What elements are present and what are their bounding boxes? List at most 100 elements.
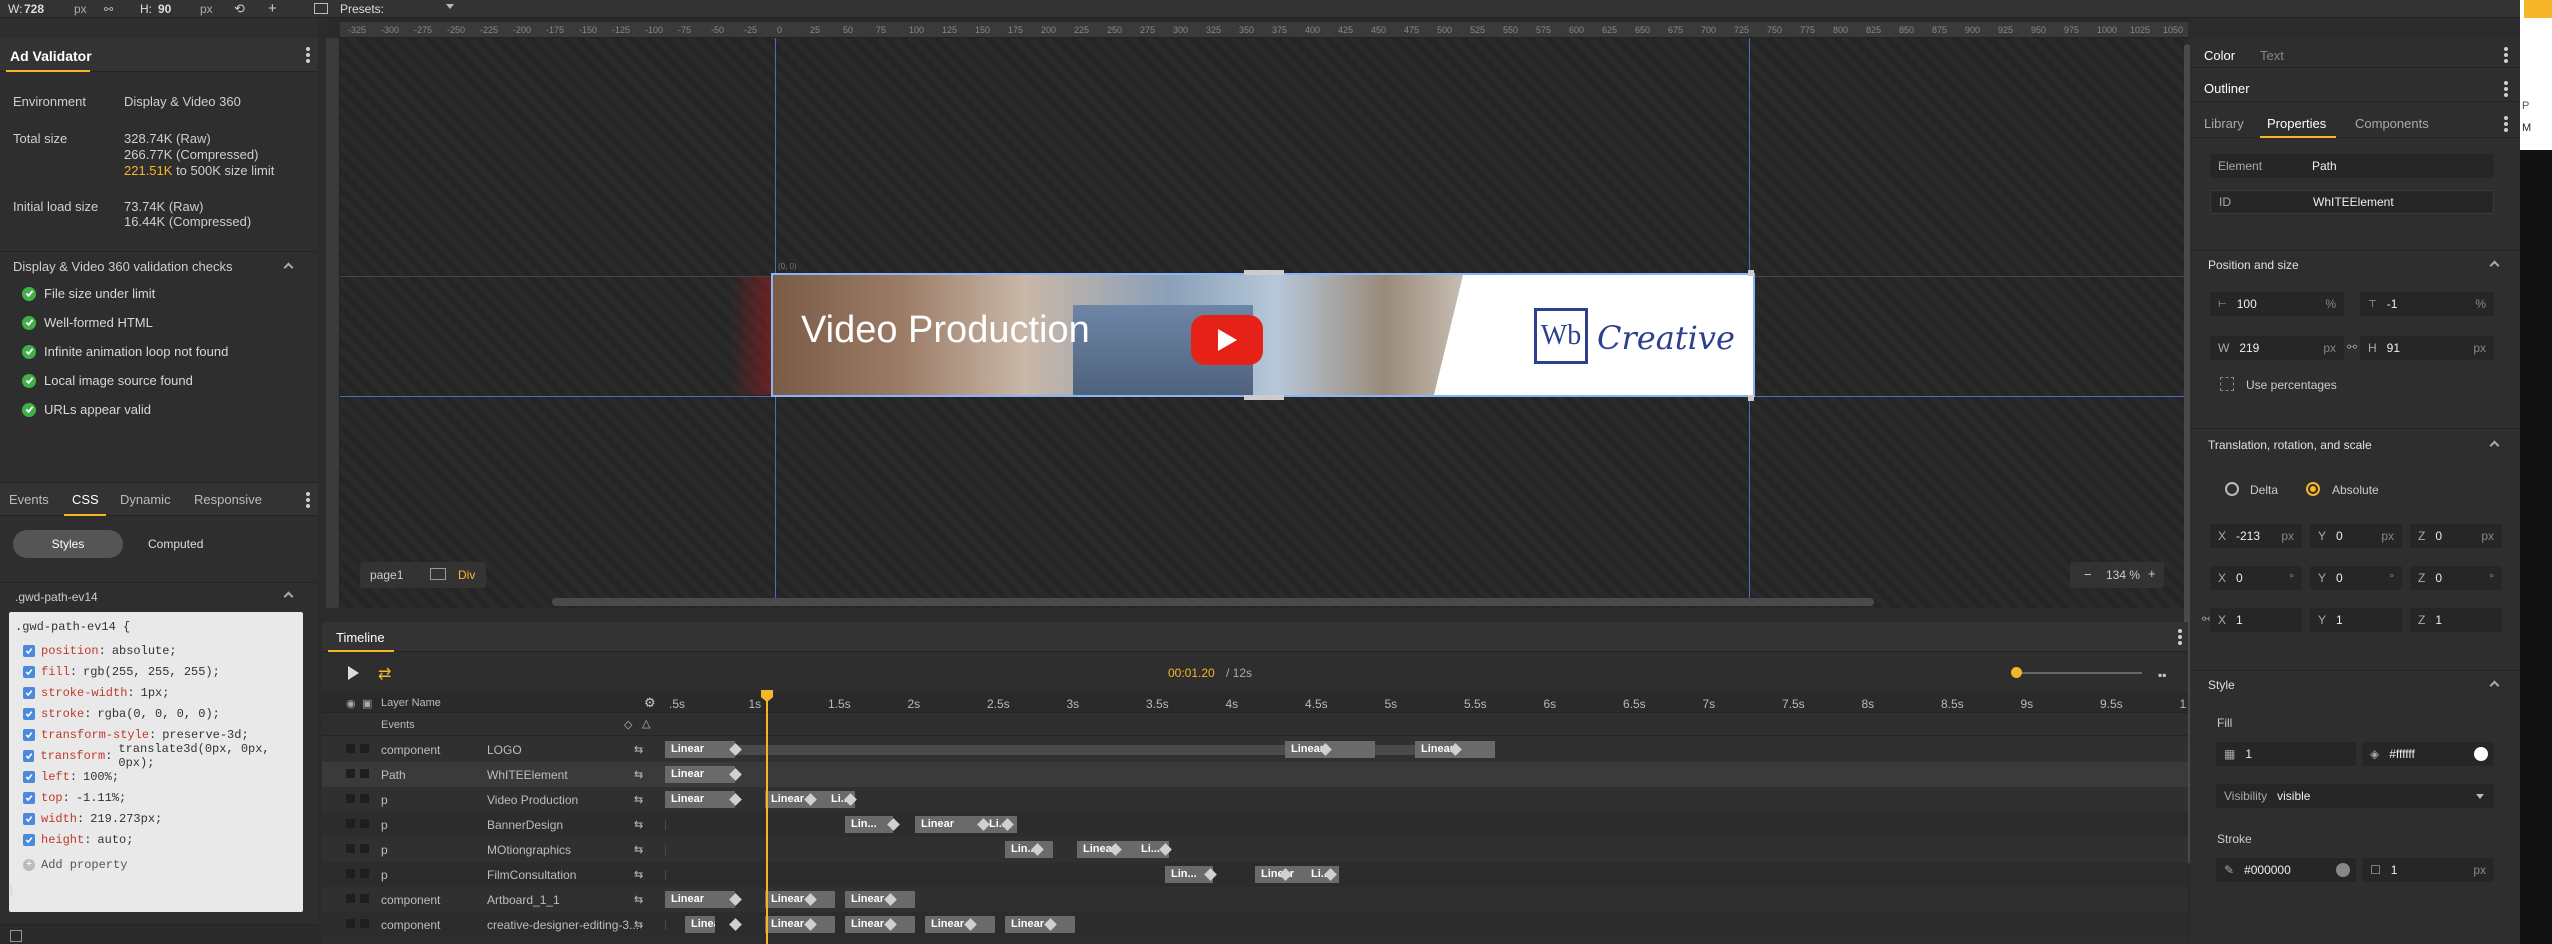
options-icon[interactable]: ▪▪ <box>2158 668 2167 682</box>
width-unit[interactable]: px <box>2323 341 2336 355</box>
outliner-title[interactable]: Outliner <box>2204 81 2250 96</box>
layer-name[interactable]: BannerDesign <box>487 818 563 832</box>
stroke-swatch[interactable] <box>2336 863 2350 877</box>
scale-y-value[interactable]: 1 <box>2336 613 2343 627</box>
more-icon[interactable] <box>2504 47 2508 63</box>
animation-segment[interactable]: Linear <box>765 891 835 908</box>
timeline-row[interactable]: p FilmConsultation ⇆ Lin... Linear Li... <box>322 862 2188 887</box>
layer-name[interactable]: FilmConsultation <box>487 868 576 882</box>
visibility-toggle[interactable] <box>346 919 355 928</box>
layer-name[interactable]: LOGO <box>487 743 522 757</box>
property-name[interactable]: stroke <box>41 707 84 721</box>
visibility-toggle[interactable] <box>346 894 355 903</box>
id-value[interactable]: WhITEElement <box>2313 195 2394 209</box>
property-value[interactable]: -1.11%; <box>76 791 126 805</box>
lock-toggle[interactable] <box>360 819 369 828</box>
tab-library[interactable]: Library <box>2204 116 2244 131</box>
height-value[interactable]: 91 <box>2387 341 2400 355</box>
lock-toggle[interactable] <box>360 744 369 753</box>
animation-segment[interactable]: Linear <box>1005 916 1075 933</box>
layer-name[interactable]: WhITEElement <box>487 768 568 782</box>
computed-toggle[interactable]: Computed <box>148 537 203 551</box>
link-icon[interactable]: ⚯ <box>2347 340 2357 354</box>
tab-css[interactable]: CSS <box>72 492 99 507</box>
layer-name[interactable]: creative-designer-editing-3... <box>487 918 639 932</box>
animation-segment[interactable]: Linear <box>665 766 735 783</box>
height-unit[interactable]: px <box>2473 341 2486 355</box>
fill-swatch[interactable] <box>2474 747 2488 761</box>
more-icon[interactable] <box>2178 629 2182 645</box>
timeline-row[interactable]: component Artboard_1_1 ⇆ Linear Linear Linear <box>322 887 2188 912</box>
playhead[interactable] <box>766 690 768 944</box>
keyframe-icon[interactable] <box>729 918 742 931</box>
property-name[interactable]: height <box>41 833 84 847</box>
time-ruler[interactable]: .5s 1s 1.5s 2s 2.5s 3s 3.5s 4s 4.5s 5s 5.5s 6s 6.5s 7… <box>665 693 2188 713</box>
visibility-toggle[interactable] <box>346 844 355 853</box>
top-value[interactable]: -1 <box>2387 297 2398 311</box>
timeline-row[interactable]: component creative-designer-editing-3... ⇆… <box>322 912 2188 937</box>
animation-icon[interactable]: ⇆ <box>634 843 643 856</box>
timeline-zoom-knob[interactable] <box>2011 667 2022 678</box>
rotate-z-value[interactable]: 0 <box>2435 571 2442 585</box>
current-time[interactable]: 00:01.20 <box>1168 666 1215 680</box>
fill-opacity-value[interactable]: 1 <box>2245 747 2252 761</box>
property-name[interactable]: top <box>41 791 63 805</box>
eye-icon[interactable]: ◉ <box>346 697 356 710</box>
translate-y-field[interactable]: Y 0 px <box>2310 524 2402 548</box>
warning-icon[interactable]: △ <box>642 717 650 730</box>
keyframe-icon[interactable]: ◇ <box>624 718 632 731</box>
property-value[interactable]: auto; <box>97 833 133 847</box>
id-field[interactable]: ID WhITEElement <box>2210 190 2494 214</box>
width-input[interactable]: 728 <box>24 2 44 16</box>
animation-segment[interactable]: Lin... <box>1005 841 1053 858</box>
rotate-x-field[interactable]: X 0 ° <box>2210 566 2302 590</box>
visibility-select[interactable]: Visibility visible <box>2216 784 2494 808</box>
property-checkbox[interactable] <box>23 792 35 804</box>
layer-name[interactable]: Video Production <box>487 793 578 807</box>
tab-properties[interactable]: Properties <box>2267 116 2326 131</box>
top-position-field[interactable]: ⊤ -1% <box>2360 292 2494 316</box>
visibility-toggle[interactable] <box>346 769 355 778</box>
translate-x-value[interactable]: -213 <box>2236 529 2260 543</box>
gear-icon[interactable]: ⚙ <box>644 695 656 711</box>
scale-x-value[interactable]: 1 <box>2236 613 2243 627</box>
rotate-y-field[interactable]: Y 0 ° <box>2310 566 2402 590</box>
timeline-row[interactable]: p BannerDesign ⇆ Lin... Linear Li... <box>322 812 2188 837</box>
property-value[interactable]: rgb(255, 255, 255); <box>83 665 220 679</box>
link-icon[interactable]: ⚯ <box>104 3 113 16</box>
fill-opacity-field[interactable]: ▦ 1 <box>2216 742 2356 766</box>
animation-icon[interactable]: ⇆ <box>634 868 643 881</box>
animation-segment[interactable]: Linear <box>685 916 715 933</box>
more-icon[interactable] <box>306 492 310 508</box>
lock-icon[interactable]: ▣ <box>362 697 372 710</box>
resize-handle-corner[interactable] <box>1748 270 1754 276</box>
property-checkbox[interactable] <box>23 645 35 657</box>
stroke-width-field[interactable]: ☐ 1 px <box>2362 858 2494 882</box>
horizontal-scrollbar[interactable] <box>552 598 1874 606</box>
resize-handle-top[interactable] <box>1244 270 1284 275</box>
fill-color-value[interactable]: #ffffff <box>2389 747 2415 761</box>
left-unit[interactable]: % <box>2325 297 2336 311</box>
animation-segment[interactable]: Linear <box>925 916 995 933</box>
property-checkbox[interactable] <box>23 708 35 720</box>
resize-handle-corner[interactable] <box>1748 395 1754 401</box>
animation-icon[interactable]: ⇆ <box>634 818 643 831</box>
layer-name[interactable]: MOtiongraphics <box>487 843 571 857</box>
lock-toggle[interactable] <box>360 794 369 803</box>
add-property[interactable]: + Add property <box>23 858 127 872</box>
width-value[interactable]: 219 <box>2239 341 2259 355</box>
height-input[interactable]: 90 <box>158 2 171 16</box>
visibility-toggle[interactable] <box>346 744 355 753</box>
property-checkbox[interactable] <box>23 729 35 741</box>
visibility-toggle[interactable] <box>346 819 355 828</box>
tab-text[interactable]: Text <box>2260 48 2284 63</box>
timeline-row[interactable]: p MOtiongraphics ⇆ Lin... Linear Li... <box>322 837 2188 862</box>
rotate-z-field[interactable]: Z 0 ° <box>2410 566 2502 590</box>
stroke-color-field[interactable]: ✎ #000000 <box>2216 858 2356 882</box>
animation-icon[interactable]: ⇆ <box>634 918 643 931</box>
tab-components[interactable]: Components <box>2355 116 2429 131</box>
animation-segment[interactable]: Linear <box>665 891 735 908</box>
scale-z-field[interactable]: Z1 <box>2410 608 2502 632</box>
styles-toggle[interactable]: Styles <box>13 530 123 558</box>
frame-icon[interactable] <box>10 930 22 942</box>
